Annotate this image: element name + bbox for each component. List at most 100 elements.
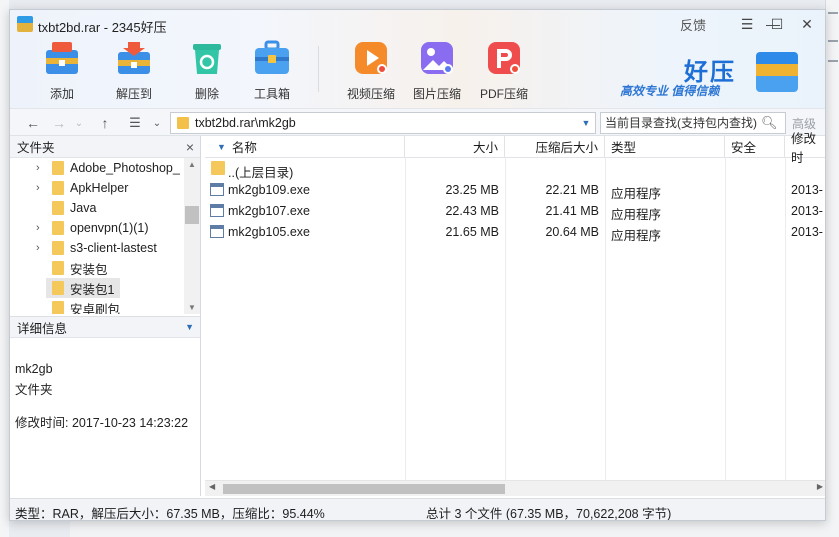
delete-label: 删除 [194,87,219,101]
column-size[interactable]: 大小 [405,136,505,158]
image-compress-label: 图片压缩 [412,87,461,101]
maximize-icon: ☐ [770,15,784,32]
file-list-hscrollbar[interactable]: ◀ ▶ [205,480,825,496]
column-security[interactable]: 安全 [725,136,785,158]
column-modified[interactable]: 修改时 [785,132,825,165]
toolbox-button[interactable]: 工具箱 [242,38,302,102]
folder-tree-item[interactable]: Java [10,198,184,218]
view-mode-icon[interactable]: ☰ [126,113,144,133]
file-row[interactable]: ..(上层目录) [205,159,825,180]
view-mode-dropdown-icon[interactable]: ⌄ [148,113,166,133]
address-field[interactable]: txbt2bd.rar\mk2gb ▼ [170,112,596,134]
folders-panel-header: 文件夹 × [10,136,200,158]
up-button[interactable]: ↑ [96,113,114,133]
folder-tree-item[interactable]: › ApkHelper [10,178,184,198]
video-compress-button[interactable]: 视频压缩 [341,38,401,102]
folder-icon [52,241,64,255]
parent-folder-icon [211,161,225,175]
back-button[interactable]: ← [24,113,42,133]
address-dropdown-icon[interactable]: ▼ [577,118,595,128]
folder-icon [52,161,64,175]
column-name[interactable]: ▼ 名称 [205,136,405,158]
folder-tree-item-label: s3-client-lastest [70,241,157,255]
file-size: 22.43 MB [445,204,499,218]
brand-box-icon [756,52,798,92]
menu-icon[interactable]: ☰ [736,14,758,34]
folder-icon [52,181,64,195]
folder-tree-item[interactable]: › Adobe_Photoshop_ [10,158,184,178]
folder-tree-item[interactable]: 安装包 [10,258,184,278]
column-type-label: 类型 [611,141,637,155]
toolbar-separator [318,46,319,92]
add-button[interactable]: 添加 [32,38,92,102]
scrollbar-thumb[interactable] [185,206,199,224]
close-button[interactable]: ✕ [796,14,818,34]
extract-label: 解压到 [115,87,152,101]
image-compress-button[interactable]: 图片压缩 [407,38,467,102]
exe-file-icon [210,204,224,217]
expand-chevron-icon[interactable]: › [36,222,40,234]
column-security-label: 安全 [731,141,757,155]
toolbox-label: 工具箱 [253,87,290,101]
extract-button[interactable]: 解压到 [104,38,164,102]
pdf-compress-button[interactable]: PDF压缩 [474,38,534,102]
folder-icon [52,301,64,314]
expand-chevron-icon[interactable]: › [36,242,40,254]
status-archive-info: 类型：RAR，解压后大小：67.35 MB，压缩比：95.44% [15,507,325,521]
maximize-button[interactable]: ☐ [766,14,788,34]
folder-tree-item[interactable]: › openvpn(1)(1) [10,218,184,238]
file-row[interactable]: mk2gb107.exe 22.43 MB 21.41 MB 应用程序 2013- [205,201,825,222]
scroll-down-icon[interactable]: ▼ [184,303,200,312]
add-archive-icon [42,38,82,78]
scroll-right-icon[interactable]: ▶ [817,482,823,491]
folder-icon [52,201,64,215]
toolbox-icon [252,38,292,78]
background-desktop-bottom [70,520,830,537]
file-row[interactable]: mk2gb109.exe 23.25 MB 22.21 MB 应用程序 2013- [205,180,825,201]
folder-tree-item-label: 安装包1 [70,282,115,297]
folder-tree-item[interactable]: 安装包1 [10,278,184,298]
column-name-label: 名称 [231,141,257,155]
expand-chevron-icon[interactable]: › [36,182,40,194]
column-packed-label: 压缩后大小 [535,141,598,155]
background-desktop-right [825,0,839,537]
recycle-bin-icon [187,38,227,78]
haozip-window: txbt2bd.rar - 2345好压 反馈 ☰ — ☐ ✕ 添加 解压到 删… [9,9,826,521]
scroll-up-icon[interactable]: ▲ [184,160,200,169]
folder-tree: › Adobe_Photoshop_ › ApkHelper Java › openvpn(… [10,158,184,314]
folder-icon [52,221,64,235]
left-pane: 文件夹 × › Adobe_Photoshop_ › ApkHelper Java › op… [10,136,201,496]
column-packed-size[interactable]: 压缩后大小 [505,136,605,158]
scroll-left-icon[interactable]: ◀ [209,482,215,491]
details-collapse-icon[interactable]: ▼ [185,322,194,332]
file-type: 应用程序 [611,208,662,222]
folder-tree-item[interactable]: › s3-client-lastest [10,238,184,258]
file-row[interactable]: mk2gb105.exe 21.65 MB 20.64 MB 应用程序 2013- [205,222,825,243]
file-packed-size: 22.21 MB [545,183,599,197]
file-name: mk2gb109.exe [228,183,311,197]
folder-tree-item[interactable]: 安卓刷包 [10,298,184,314]
details-panel-header[interactable]: 详细信息 ▼ [10,316,200,338]
exe-file-icon [210,225,224,238]
feedback-button[interactable]: 反馈 [678,14,708,34]
folders-panel-close-icon[interactable]: × [186,139,194,155]
file-packed-size: 21.41 MB [545,204,599,218]
column-type[interactable]: 类型 [605,136,725,158]
file-list: ▼ 名称 大小 压缩后大小 类型 安全 修改时 ..(上层目录) mk2gb109… [205,132,825,496]
search-icon[interactable]: 🔍︎ [761,115,778,131]
pdf-compress-label: PDF压缩 [479,87,528,101]
folder-tree-scrollbar[interactable]: ▲ ▼ [184,158,200,314]
delete-button[interactable]: 删除 [177,38,237,102]
exe-file-icon [210,183,224,196]
folder-tree-item-label: 安装包 [70,262,108,277]
address-path: txbt2bd.rar\mk2gb [195,116,296,130]
hscrollbar-thumb[interactable] [223,484,505,494]
file-modified: 2013- [791,204,823,218]
forward-button[interactable]: → [50,113,68,133]
window-title: txbt2bd.rar - 2345好压 [38,20,167,35]
expand-chevron-icon[interactable]: › [36,162,40,174]
search-input[interactable] [601,116,761,130]
extract-icon [114,38,154,78]
titlebar: txbt2bd.rar - 2345好压 反馈 ☰ — ☐ ✕ 添加 解压到 删… [10,10,825,108]
forward-dropdown-icon[interactable]: ⌄ [70,113,88,133]
